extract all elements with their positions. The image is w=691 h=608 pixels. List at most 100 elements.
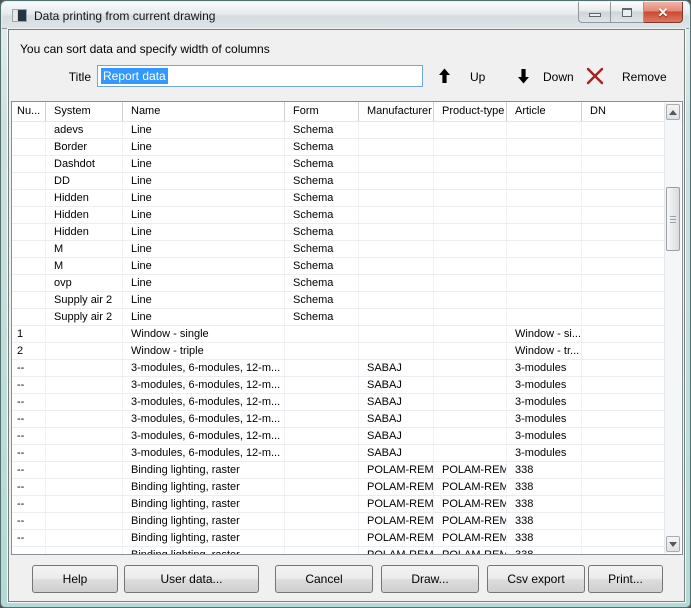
cell-number: -- (12, 445, 46, 461)
maximize-button[interactable] (611, 2, 644, 23)
cell-product-type (434, 377, 507, 393)
cancel-button[interactable]: Cancel (275, 565, 373, 593)
cell-number: -- (12, 479, 46, 495)
table-row[interactable]: --Binding lighting, rasterPOLAM-REMPOLAM… (12, 530, 665, 547)
column-header-product-type[interactable]: Product-type (434, 102, 507, 121)
table-row[interactable]: 2Window - tripleWindow - tr... (12, 343, 665, 360)
column-header-article[interactable]: Article (507, 102, 582, 121)
table-row[interactable]: --Binding lighting, rasterPOLAM-REMPOLAM… (12, 496, 665, 513)
table-row[interactable]: adevsLineSchema (12, 122, 665, 139)
cell-form: Schema (285, 190, 359, 206)
cell-manufacturer: SABAJ (359, 411, 434, 427)
cell-system (46, 462, 123, 478)
cell-number (12, 309, 46, 325)
cell-dn (582, 360, 665, 376)
scroll-up-button[interactable] (666, 104, 680, 120)
draw-button[interactable]: Draw... (381, 565, 479, 593)
column-header-number[interactable]: Nu... (12, 102, 46, 121)
table-row[interactable]: --3-modules, 6-modules, 12-m...SABAJ3-mo… (12, 360, 665, 377)
table-row[interactable]: HiddenLineSchema (12, 224, 665, 241)
print-button[interactable]: Print... (588, 565, 663, 593)
table-row[interactable]: DashdotLineSchema (12, 156, 665, 173)
cell-number (12, 224, 46, 240)
column-header-dn[interactable]: DN (582, 102, 665, 121)
cell-number: -- (12, 411, 46, 427)
table-row[interactable]: BorderLineSchema (12, 139, 665, 156)
table-row[interactable]: MLineSchema (12, 258, 665, 275)
remove-label[interactable]: Remove (622, 70, 667, 84)
cell-manufacturer (359, 224, 434, 240)
cell-number (12, 173, 46, 189)
table-row[interactable]: --3-modules, 6-modules, 12-m...SABAJ3-mo… (12, 445, 665, 462)
cell-dn (582, 326, 665, 342)
cell-name: Line (123, 122, 285, 138)
minimize-button[interactable] (578, 2, 611, 23)
title-input[interactable]: Report data (97, 65, 423, 87)
table-row[interactable]: ovpLineSchema (12, 275, 665, 292)
cell-dn (582, 122, 665, 138)
cell-system (46, 377, 123, 393)
table-row[interactable]: DDLineSchema (12, 173, 665, 190)
cell-name: Window - triple (123, 343, 285, 359)
cell-dn (582, 241, 665, 257)
table-row[interactable]: --3-modules, 6-modules, 12-m...SABAJ3-mo… (12, 411, 665, 428)
table-row[interactable]: 1Window - singleWindow - si... (12, 326, 665, 343)
up-arrow-icon[interactable] (438, 68, 451, 89)
cell-name: Window - single (123, 326, 285, 342)
csv-export-button[interactable]: Csv export (487, 565, 585, 593)
remove-x-icon[interactable] (585, 67, 605, 90)
column-header-form[interactable]: Form (285, 102, 359, 121)
up-label[interactable]: Up (470, 70, 485, 84)
cell-dn (582, 428, 665, 444)
table-row[interactable]: --3-modules, 6-modules, 12-m...SABAJ3-mo… (12, 377, 665, 394)
cell-form (285, 496, 359, 512)
cell-article (507, 190, 582, 206)
cell-article (507, 207, 582, 223)
cell-article: 3-modules (507, 428, 582, 444)
down-arrow-icon[interactable] (517, 68, 530, 89)
table-row[interactable]: Supply air 2LineSchema (12, 309, 665, 326)
cell-product-type: POLAM-REM (434, 530, 507, 546)
table-row[interactable]: --Binding lighting, rasterPOLAM-REMPOLAM… (12, 462, 665, 479)
cell-form (285, 394, 359, 410)
table-row[interactable]: --Binding lighting, rasterPOLAM-REMPOLAM… (12, 479, 665, 496)
cell-name: Binding lighting, raster (123, 530, 285, 546)
down-label[interactable]: Down (543, 70, 574, 84)
cell-article: 338 (507, 513, 582, 529)
table-row[interactable]: --Binding lighting, rasterPOLAM-REMPOLAM… (12, 547, 665, 554)
cell-system: DD (46, 173, 123, 189)
cell-name: 3-modules, 6-modules, 12-m... (123, 428, 285, 444)
scroll-down-button[interactable] (666, 536, 680, 552)
cell-article (507, 241, 582, 257)
cell-manufacturer: SABAJ (359, 428, 434, 444)
cell-name: 3-modules, 6-modules, 12-m... (123, 394, 285, 410)
cell-product-type (434, 190, 507, 206)
column-header-manufacturer[interactable]: Manufacturer (359, 102, 434, 121)
cell-system (46, 394, 123, 410)
help-button[interactable]: Help (32, 565, 118, 593)
table-row[interactable]: --3-modules, 6-modules, 12-m...SABAJ3-mo… (12, 394, 665, 411)
column-header-name[interactable]: Name (123, 102, 285, 121)
cell-product-type (434, 292, 507, 308)
scrollbar-thumb[interactable] (666, 187, 680, 251)
cell-system: M (46, 241, 123, 257)
cell-name: Line (123, 309, 285, 325)
vertical-scrollbar[interactable] (664, 103, 681, 553)
scroll-up-icon (669, 110, 677, 115)
column-header-system[interactable]: System (46, 102, 123, 121)
cell-article (507, 122, 582, 138)
table-row[interactable]: --Binding lighting, rasterPOLAM-REMPOLAM… (12, 513, 665, 530)
cell-dn (582, 275, 665, 291)
cell-article: 338 (507, 462, 582, 478)
cell-manufacturer: POLAM-REM (359, 530, 434, 546)
table-row[interactable]: HiddenLineSchema (12, 207, 665, 224)
cell-system: Supply air 2 (46, 292, 123, 308)
table-row[interactable]: MLineSchema (12, 241, 665, 258)
table-row[interactable]: Supply air 2LineSchema (12, 292, 665, 309)
cell-article (507, 173, 582, 189)
close-button[interactable]: ✕ (644, 2, 683, 23)
cell-manufacturer (359, 156, 434, 172)
table-row[interactable]: HiddenLineSchema (12, 190, 665, 207)
user-data-button[interactable]: User data... (124, 565, 259, 593)
table-row[interactable]: --3-modules, 6-modules, 12-m...SABAJ3-mo… (12, 428, 665, 445)
